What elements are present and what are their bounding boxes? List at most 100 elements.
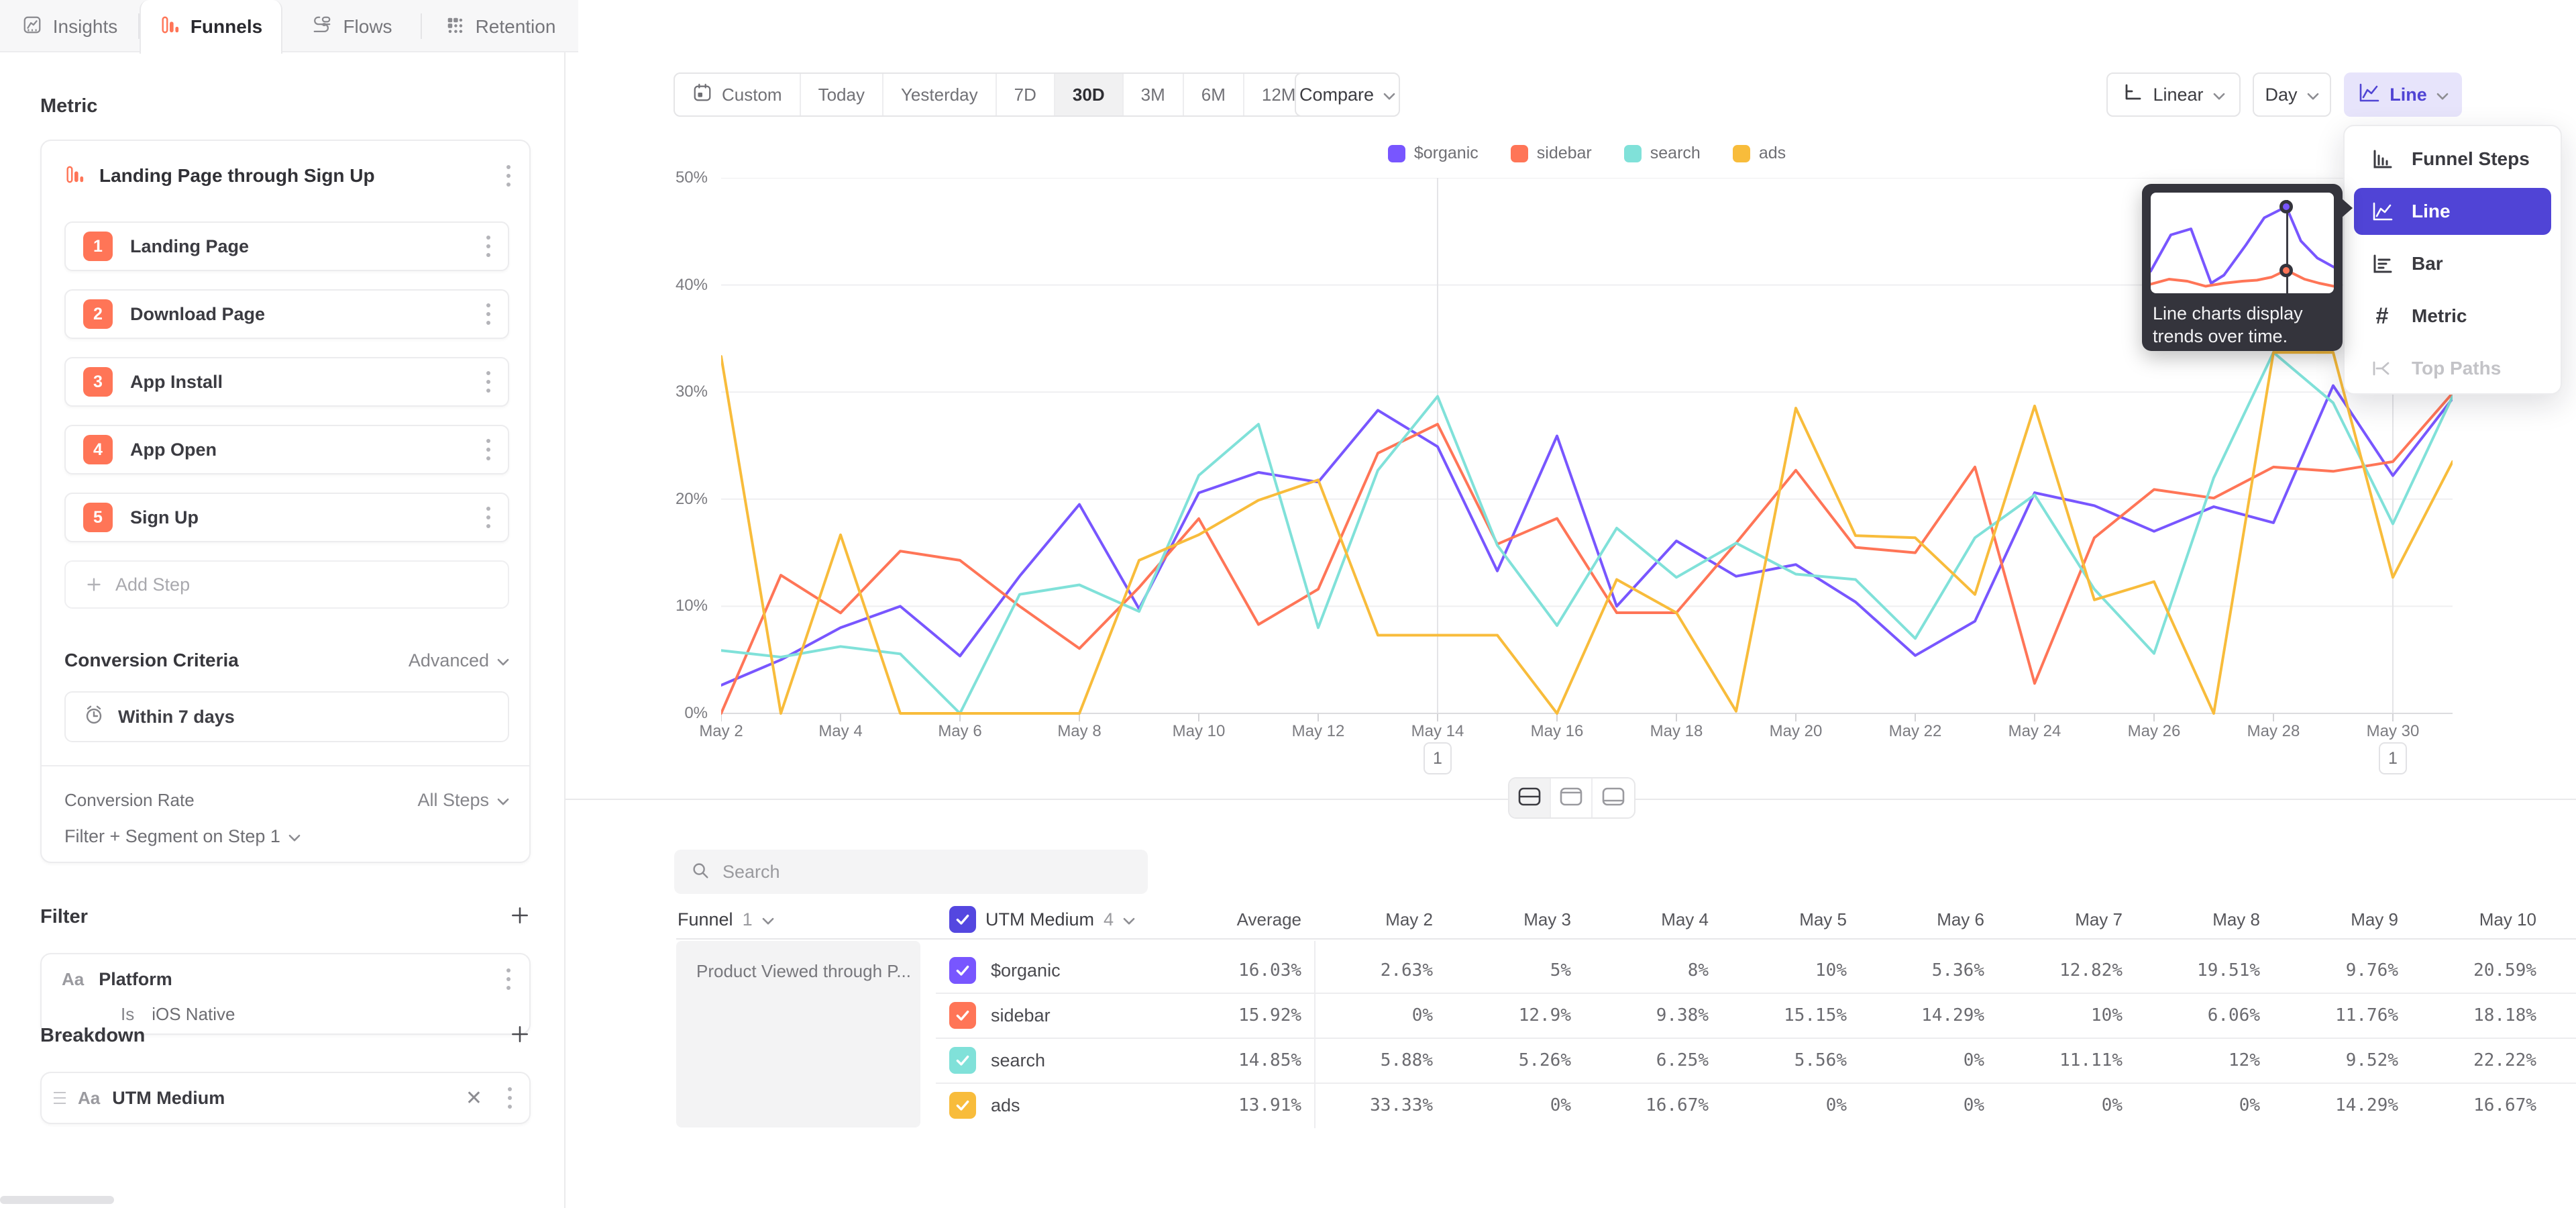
- table-cell: 8%: [1574, 954, 1709, 987]
- legend-item-sidebar[interactable]: sidebar: [1511, 144, 1592, 163]
- breakdown-card[interactable]: Aa UTM Medium ✕: [40, 1072, 531, 1124]
- chevron-down-icon: [1123, 909, 1135, 930]
- filter-kebab-icon[interactable]: [505, 968, 512, 990]
- column-header-may-3[interactable]: May 3: [1437, 902, 1571, 937]
- funnel-metric-title: Landing Page through Sign Up: [99, 165, 490, 187]
- annotation-badge[interactable]: 1: [2379, 742, 2407, 774]
- breakdown-heading: Breakdown: [40, 1025, 145, 1047]
- tab-flows[interactable]: Flows: [282, 0, 422, 54]
- column-header-may-7[interactable]: May 7: [1988, 902, 2123, 937]
- x-tick-label: May 18: [1629, 722, 1723, 741]
- range-3m[interactable]: 3M: [1124, 74, 1184, 115]
- series-checkbox[interactable]: [949, 1047, 976, 1074]
- table-search[interactable]: [674, 850, 1148, 894]
- tab-funnels[interactable]: Funnels: [140, 0, 282, 54]
- add-breakdown-button[interactable]: [509, 1023, 531, 1048]
- view-chart-only-button[interactable]: [1551, 778, 1593, 817]
- step-label: Sign Up: [130, 507, 468, 528]
- range-30d[interactable]: 30D: [1055, 74, 1124, 115]
- breakdown-column-header[interactable]: UTM Medium 4: [949, 902, 1135, 937]
- add-filter-button[interactable]: [509, 905, 531, 929]
- step-kebab-icon[interactable]: [485, 371, 492, 393]
- menu-item-line[interactable]: Line: [2354, 188, 2551, 235]
- breakdown-kebab-icon[interactable]: [506, 1087, 513, 1109]
- view-table-only-button[interactable]: [1593, 778, 1634, 817]
- tab-label: Funnels: [191, 16, 262, 38]
- compare-button[interactable]: Compare: [1295, 72, 1400, 117]
- table-only-layout-icon: [1601, 787, 1625, 810]
- breakdown-checkbox[interactable]: [949, 906, 976, 933]
- funnel-metric-header[interactable]: Landing Page through Sign Up: [64, 157, 512, 195]
- funnel-step-3[interactable]: 3 App Install: [64, 357, 509, 407]
- step-kebab-icon[interactable]: [485, 439, 492, 460]
- step-kebab-icon[interactable]: [485, 507, 492, 528]
- tab-insights[interactable]: Insights: [0, 0, 140, 54]
- conversion-rate-dropdown[interactable]: All Steps: [417, 790, 509, 811]
- series-checkbox[interactable]: [949, 1092, 976, 1119]
- table-cell: 0%: [1850, 1089, 1984, 1122]
- funnel-step-4[interactable]: 4 App Open: [64, 425, 509, 474]
- column-header-may-5[interactable]: May 5: [1713, 902, 1847, 937]
- funnel-step-1[interactable]: 1 Landing Page: [64, 221, 509, 271]
- range-7d[interactable]: 7D: [997, 74, 1055, 115]
- search-input[interactable]: [722, 862, 1098, 883]
- table-row-organic[interactable]: $organic: [949, 954, 1061, 987]
- menu-item-funnel-steps[interactable]: Funnel Steps: [2354, 136, 2551, 183]
- table-cell: 0%: [1299, 999, 1433, 1032]
- funnel-group-cell[interactable]: Product Viewed through P...: [676, 941, 920, 1127]
- menu-item-metric[interactable]: #Metric: [2354, 293, 2551, 340]
- series-checkbox[interactable]: [949, 1002, 976, 1029]
- column-header-may-2[interactable]: May 2: [1299, 902, 1433, 937]
- table-cell: 0%: [1850, 1044, 1984, 1077]
- table-cell: 33.33%: [1299, 1089, 1433, 1122]
- range-custom[interactable]: Custom: [675, 74, 801, 115]
- range-6m[interactable]: 6M: [1184, 74, 1244, 115]
- table-row-search[interactable]: search: [949, 1044, 1045, 1077]
- step-kebab-icon[interactable]: [485, 236, 492, 257]
- filter-segment-dropdown[interactable]: Filter + Segment on Step 1: [64, 826, 301, 847]
- sidebar-scrollbar[interactable]: [0, 1196, 114, 1204]
- tooltip-text: Line charts display trends over time.: [2153, 302, 2334, 348]
- conversion-window-row[interactable]: Within 7 days: [64, 691, 509, 742]
- column-header-may-10[interactable]: May 10: [2402, 902, 2536, 937]
- annotation-badge[interactable]: 1: [1424, 742, 1452, 774]
- x-tick-label: May 22: [1868, 722, 1962, 741]
- legend-item-ads[interactable]: ads: [1733, 144, 1786, 163]
- tab-retention[interactable]: Retention: [422, 0, 578, 54]
- chart-type-dropdown-button[interactable]: Line: [2344, 72, 2462, 117]
- column-header-may-4[interactable]: May 4: [1574, 902, 1709, 937]
- calendar-icon: [692, 83, 712, 107]
- scale-dropdown-button[interactable]: Linear: [2106, 72, 2241, 117]
- purple-dot: [2279, 200, 2293, 213]
- series-checkbox[interactable]: [949, 957, 976, 984]
- menu-item-bar[interactable]: Bar: [2354, 240, 2551, 287]
- column-header-may-9[interactable]: May 9: [2264, 902, 2398, 937]
- legend-item-search[interactable]: search: [1624, 144, 1701, 163]
- column-header-may-6[interactable]: May 6: [1850, 902, 1984, 937]
- table-cell: 11.11%: [1988, 1044, 2123, 1077]
- table-cell: 5.26%: [1437, 1044, 1571, 1077]
- legend-item-organic[interactable]: $organic: [1388, 144, 1479, 163]
- main-panel: CustomTodayYesterday7D30D3M6M12M Compare…: [566, 0, 2576, 1208]
- funnel-step-2[interactable]: 2 Download Page: [64, 289, 509, 339]
- granularity-dropdown-button[interactable]: Day: [2253, 72, 2331, 117]
- table-row-sidebar[interactable]: sidebar: [949, 999, 1051, 1032]
- insights-icon: [22, 15, 42, 40]
- x-tick-label: May 30: [2346, 722, 2440, 741]
- column-header-may-8[interactable]: May 8: [2126, 902, 2260, 937]
- remove-breakdown-icon[interactable]: ✕: [466, 1087, 482, 1110]
- table-cell: 16.03%: [1167, 954, 1301, 987]
- funnel-step-5[interactable]: 5 Sign Up: [64, 493, 509, 542]
- drag-handle-icon[interactable]: [54, 1092, 66, 1104]
- table-row-ads[interactable]: ads: [949, 1089, 1020, 1122]
- column-header-average[interactable]: Average: [1167, 902, 1301, 937]
- range-yesterday[interactable]: Yesterday: [883, 74, 997, 115]
- add-step-button[interactable]: Add Step: [64, 560, 509, 609]
- advanced-dropdown[interactable]: Advanced: [409, 650, 509, 671]
- y-tick-label: 10%: [646, 597, 708, 615]
- funnel-column-header[interactable]: Funnel 1: [678, 902, 774, 937]
- funnel-metric-kebab-icon[interactable]: [505, 165, 512, 187]
- view-split-button[interactable]: [1509, 778, 1551, 817]
- range-today[interactable]: Today: [801, 74, 883, 115]
- step-kebab-icon[interactable]: [485, 303, 492, 325]
